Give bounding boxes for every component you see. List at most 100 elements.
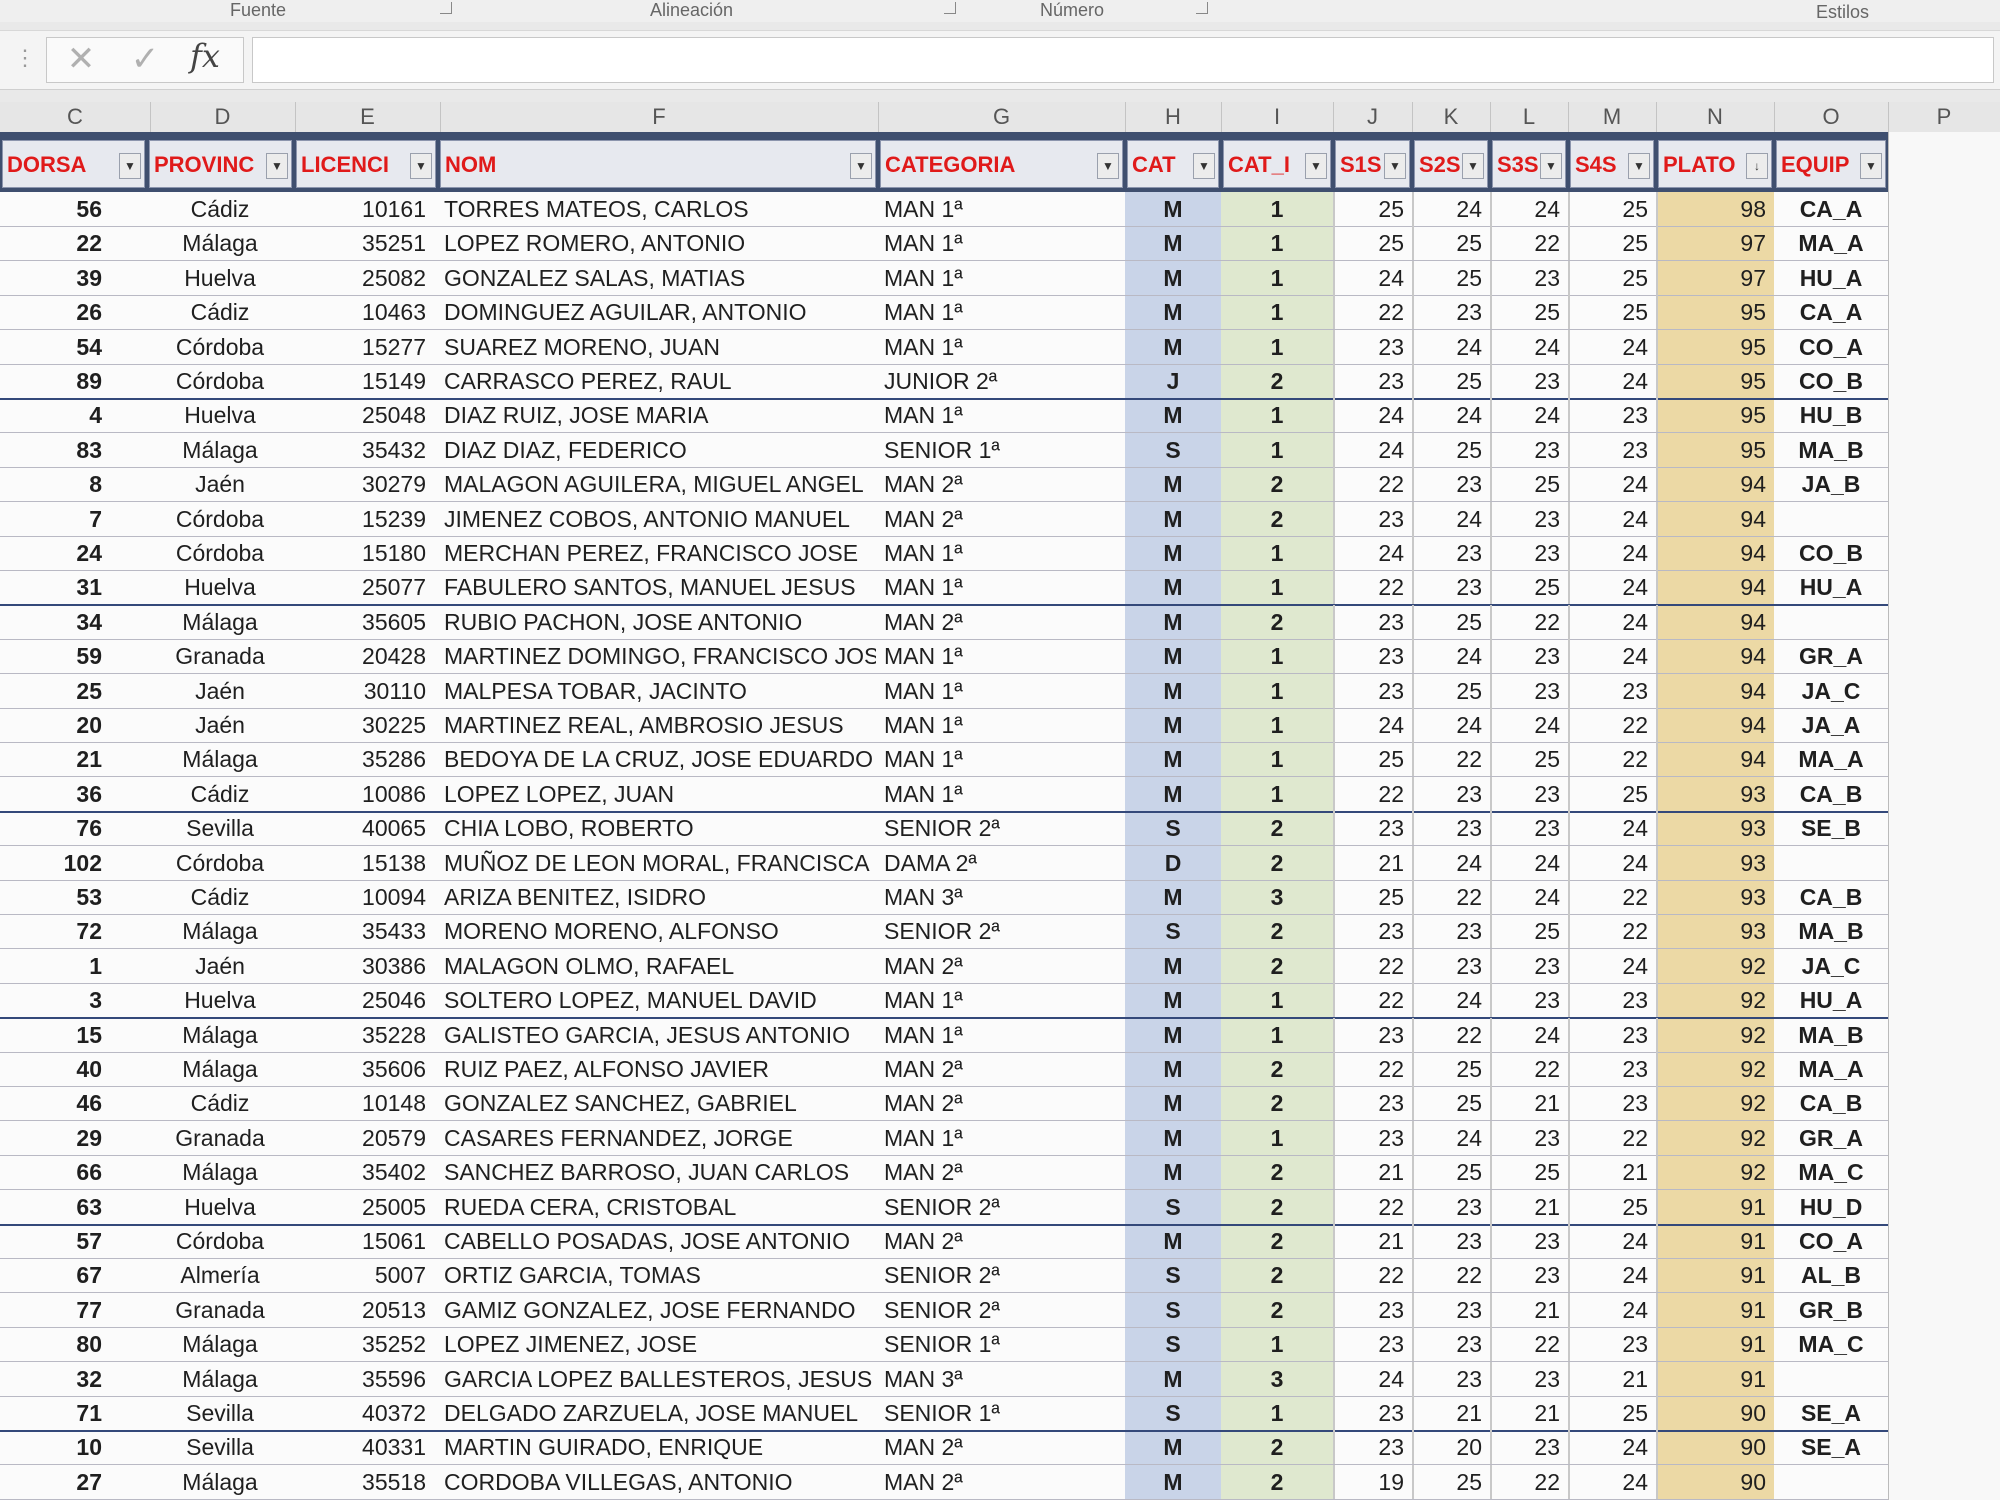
cell-cat-i[interactable]: 2 [1221,914,1333,948]
cell-cat[interactable]: M [1125,1430,1221,1464]
column-header-k[interactable]: K [1412,102,1491,132]
cell-s4s[interactable]: 24 [1568,811,1656,846]
cell-s2s[interactable]: 24 [1412,329,1490,364]
cell-provinc[interactable]: Sevilla [140,811,300,845]
cell-cat-i[interactable]: 2 [1221,1430,1333,1464]
cell-cat-i[interactable]: 2 [1221,364,1333,398]
cell-dorsa[interactable]: 10 [0,1430,130,1464]
cell-plato[interactable]: 94 [1656,570,1774,605]
cell-equip[interactable]: SE_A [1774,1430,1888,1464]
cell-categoria[interactable]: SENIOR 2ª [880,1258,1124,1292]
cell-licenci[interactable]: 35228 [300,1018,430,1052]
cell-s2s[interactable]: 21 [1412,1396,1490,1430]
cell-licenci[interactable]: 40065 [300,811,430,845]
cell-cat[interactable]: S [1125,433,1221,467]
cell-s3s[interactable]: 25 [1490,467,1568,502]
cell-s1s[interactable]: 23 [1333,1292,1412,1327]
cell-s2s[interactable]: 25 [1412,1155,1490,1190]
cell-s3s[interactable]: 22 [1490,1052,1568,1086]
cell-s3s[interactable]: 21 [1490,1292,1568,1327]
cell-s2s[interactable]: 24 [1412,501,1490,536]
cell-s2s[interactable]: 23 [1412,811,1490,846]
cell-s1s[interactable]: 25 [1333,880,1412,914]
filter-dropdown-icon[interactable]: ▼ [1384,153,1406,179]
cell-categoria[interactable]: MAN 1ª [880,398,1124,432]
cell-s3s[interactable]: 25 [1490,1155,1568,1190]
cell-s2s[interactable]: 24 [1412,192,1490,226]
cell-s2s[interactable]: 23 [1412,914,1490,949]
cell-plato[interactable]: 97 [1656,226,1774,261]
cell-s1s[interactable]: 22 [1333,983,1412,1018]
cell-equip[interactable]: JA_C [1774,674,1888,708]
cell-categoria[interactable]: MAN 1ª [880,570,1124,604]
cell-s3s[interactable]: 23 [1490,811,1568,846]
cell-equip[interactable]: CO_A [1774,330,1888,364]
cell-dorsa[interactable]: 36 [0,777,130,811]
cell-s4s[interactable]: 24 [1568,570,1656,605]
cell-dorsa[interactable]: 57 [0,1224,130,1258]
cell-cat[interactable]: M [1125,605,1221,639]
cell-provinc[interactable]: Cádiz [140,1086,300,1120]
cell-equip[interactable]: MA_B [1774,433,1888,467]
cell-cat[interactable]: M [1125,674,1221,708]
cell-plato[interactable]: 94 [1656,536,1774,570]
cell-s2s[interactable]: 25 [1412,226,1490,261]
cell-s4s[interactable]: 24 [1568,1224,1656,1258]
column-header-g[interactable]: G [878,102,1126,132]
cell-categoria[interactable]: JUNIOR 2ª [880,364,1124,398]
cell-plato[interactable]: 91 [1656,1292,1774,1327]
cell-cat-i[interactable]: 1 [1221,261,1333,295]
cell-s4s[interactable]: 24 [1568,467,1656,502]
cell-cat-i[interactable]: 1 [1221,295,1333,329]
column-header-n[interactable]: N [1656,102,1775,132]
column-header-d[interactable]: D [150,102,296,132]
cell-provinc[interactable]: Córdoba [140,1224,300,1258]
filter-dropdown-icon[interactable]: ▼ [119,153,141,179]
cell-cat[interactable]: M [1125,536,1221,570]
cell-plato[interactable]: 91 [1656,1189,1774,1224]
cell-s2s[interactable]: 22 [1412,880,1490,914]
cell-categoria[interactable]: MAN 2ª [880,1224,1124,1258]
cell-nom[interactable]: MARTINEZ DOMINGO, FRANCISCO JOSE [440,639,876,673]
cell-categoria[interactable]: SENIOR 1ª [880,433,1124,467]
cell-equip[interactable]: MA_B [1774,914,1888,948]
cell-nom[interactable]: JIMENEZ COBOS, ANTONIO MANUEL [440,502,876,536]
cell-s2s[interactable]: 23 [1412,467,1490,502]
cell-licenci[interactable]: 30386 [300,949,430,983]
cell-provinc[interactable]: Málaga [140,433,300,467]
cell-dorsa[interactable]: 80 [0,1327,130,1361]
cell-licenci[interactable]: 10086 [300,777,430,811]
cell-nom[interactable]: GAMIZ GONZALEZ, JOSE FERNANDO [440,1293,876,1327]
cell-cat-i[interactable]: 2 [1221,467,1333,501]
cell-nom[interactable]: CARRASCO PEREZ, RAUL [440,364,876,398]
cell-s3s[interactable]: 25 [1490,295,1568,330]
cell-s2s[interactable]: 25 [1412,260,1490,295]
cell-dorsa[interactable]: 46 [0,1086,130,1120]
filter-dropdown-icon[interactable]: ▼ [1097,153,1119,179]
cell-plato[interactable]: 92 [1656,1155,1774,1190]
cell-nom[interactable]: MALPESA TOBAR, JACINTO [440,674,876,708]
cell-plato[interactable]: 90 [1656,1464,1774,1499]
cell-s3s[interactable]: 21 [1490,1396,1568,1430]
cell-s2s[interactable]: 25 [1412,1086,1490,1121]
cell-licenci[interactable]: 30279 [300,467,430,501]
cell-plato[interactable]: 91 [1656,1361,1774,1396]
cell-nom[interactable]: BEDOYA DE LA CRUZ, JOSE EDUARDO [440,742,876,776]
cell-s1s[interactable]: 24 [1333,432,1412,467]
cell-categoria[interactable]: MAN 2ª [880,1086,1124,1120]
cell-equip[interactable] [1774,605,1888,639]
cell-provinc[interactable]: Málaga [140,226,300,260]
cell-licenci[interactable]: 10094 [300,880,430,914]
cell-s3s[interactable]: 23 [1490,673,1568,708]
cell-s2s[interactable]: 25 [1412,1464,1490,1499]
cell-nom[interactable]: FABULERO SANTOS, MANUEL JESUS [440,570,876,604]
cell-provinc[interactable]: Huelva [140,398,300,432]
insert-function-icon[interactable]: fx [190,37,220,75]
cell-licenci[interactable]: 35432 [300,433,430,467]
cell-licenci[interactable]: 15149 [300,364,430,398]
column-header-f[interactable]: F [440,102,879,132]
cell-nom[interactable]: RUIZ PAEZ, ALFONSO JAVIER [440,1052,876,1086]
cell-s4s[interactable]: 24 [1568,1464,1656,1499]
cell-dorsa[interactable]: 83 [0,433,130,467]
cell-licenci[interactable]: 25082 [300,261,430,295]
